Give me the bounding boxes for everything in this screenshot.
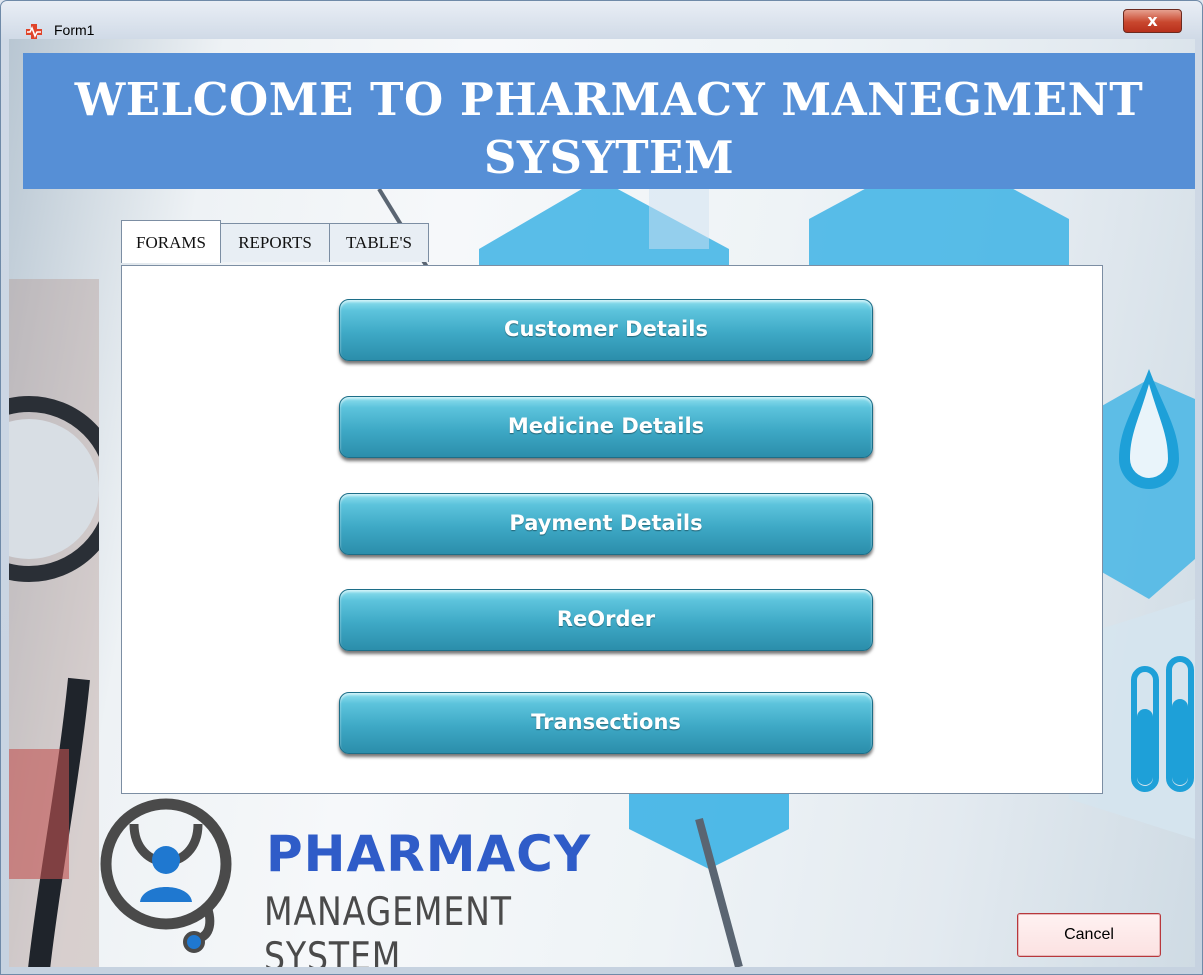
form-client-area: WELCOME TO PHARMACY MANEGMENT SYSYTEM FO… bbox=[9, 39, 1195, 967]
tab-tables[interactable]: TABLE'S bbox=[329, 223, 429, 262]
stethoscope-logo-icon bbox=[100, 798, 232, 953]
title-line-1: WELCOME TO PHARMACY MANEGMENT bbox=[74, 73, 1144, 126]
window-title: Form1 bbox=[54, 22, 95, 38]
logo-wordmark: PHARMACY bbox=[266, 825, 592, 883]
pharmacy-logo: PHARMACY MANAGEMENT SYSTEM bbox=[94, 794, 654, 967]
title-line-2: SYSYTEM bbox=[483, 131, 735, 184]
lab-background-image bbox=[1119, 369, 1194, 792]
customer-details-button[interactable]: Customer Details bbox=[339, 299, 873, 361]
payment-details-button[interactable]: Payment Details bbox=[339, 493, 873, 555]
welcome-header: WELCOME TO PHARMACY MANEGMENT SYSYTEM bbox=[23, 53, 1195, 189]
cancel-button[interactable]: Cancel bbox=[1017, 913, 1161, 957]
close-icon: x bbox=[1147, 11, 1158, 30]
forams-tab-panel: Customer Details Medicine Details Paymen… bbox=[121, 265, 1103, 794]
stethoscope-background-image bbox=[9, 279, 99, 967]
tab-forams[interactable]: FORAMS bbox=[121, 220, 221, 263]
reorder-button[interactable]: ReOrder bbox=[339, 589, 873, 651]
tab-reports[interactable]: REPORTS bbox=[220, 223, 330, 262]
medicine-details-button[interactable]: Medicine Details bbox=[339, 396, 873, 458]
close-button[interactable]: x bbox=[1123, 9, 1182, 33]
app-window: Form1 x WELCOME TO PHARMACY MANEGMENT SY… bbox=[0, 0, 1203, 975]
transections-button[interactable]: Transections bbox=[339, 692, 873, 754]
page-title: WELCOME TO PHARMACY MANEGMENT SYSYTEM bbox=[23, 71, 1195, 187]
logo-subtitle: MANAGEMENT SYSTEM bbox=[264, 890, 512, 967]
title-bar[interactable]: Form1 x bbox=[1, 1, 1202, 40]
